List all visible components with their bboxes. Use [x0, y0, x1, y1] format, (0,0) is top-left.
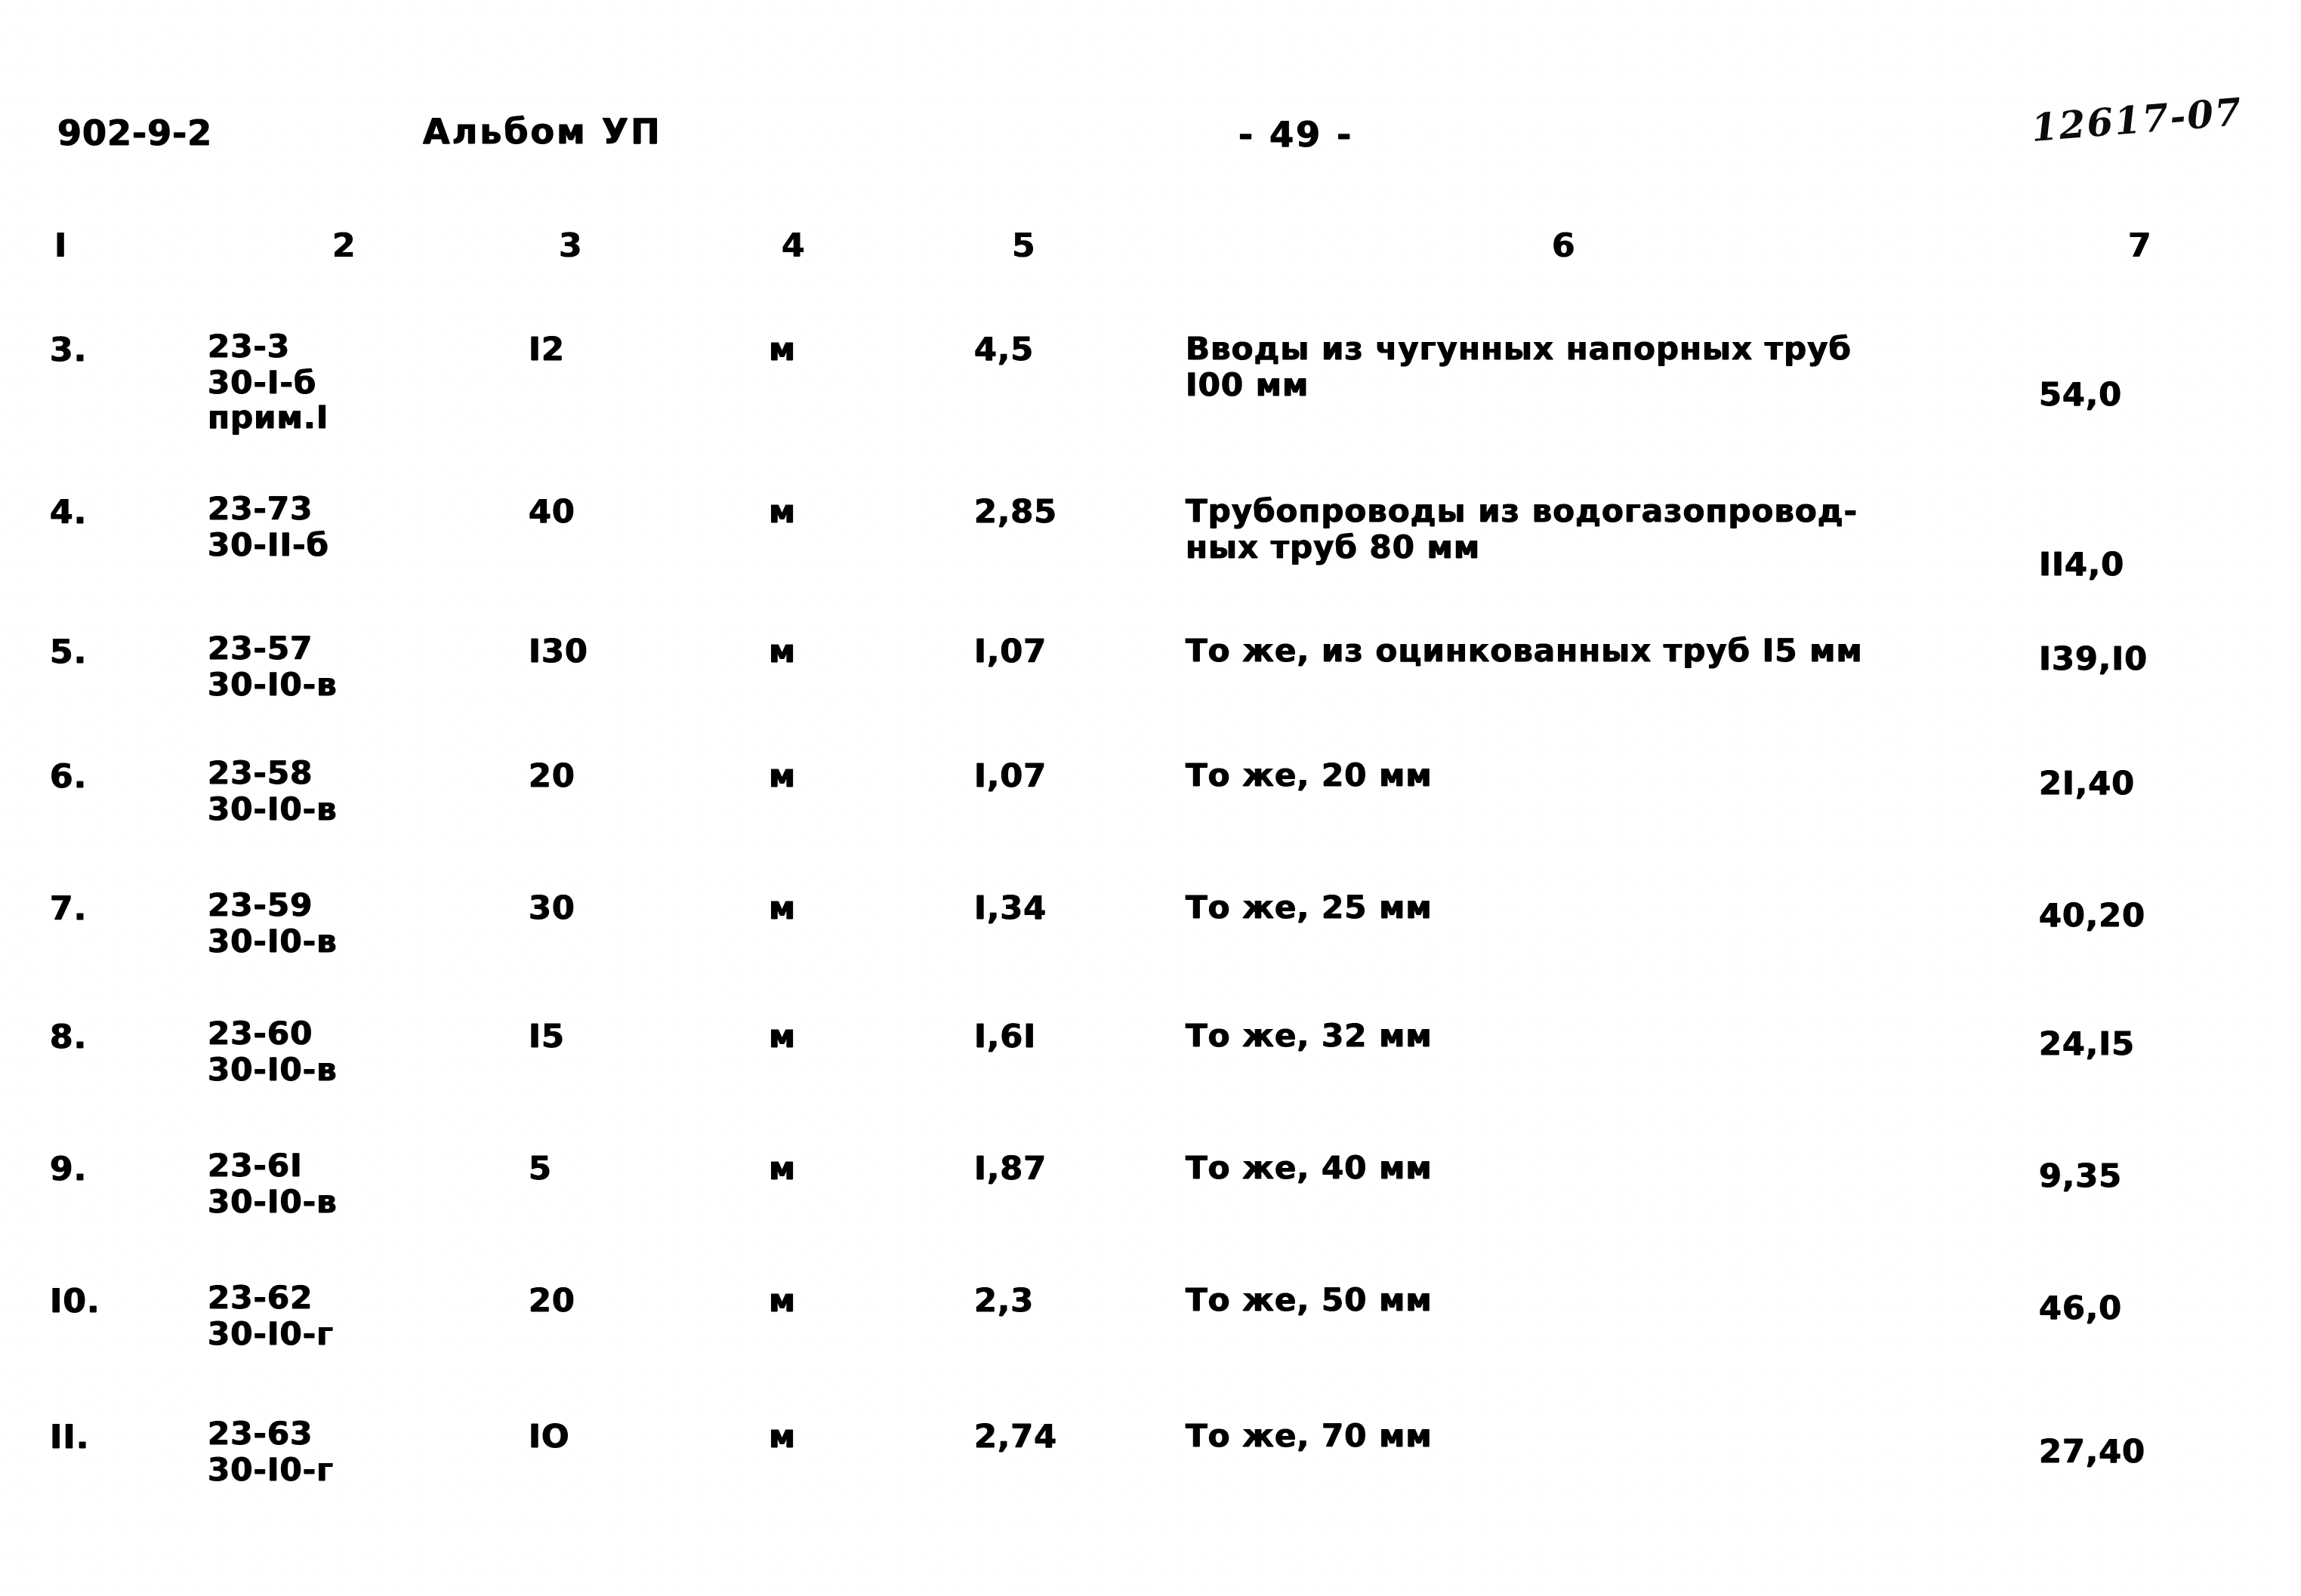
unit-value: м	[769, 493, 797, 531]
resource-code-line-2: 30-I0-в	[208, 790, 338, 827]
row-number: I0.	[50, 1282, 100, 1320]
description-line-1: То же, из оцинкованных труб I5 мм	[1186, 632, 1863, 669]
quantity-value: 30	[529, 889, 575, 927]
quantity-value: IO	[529, 1418, 570, 1456]
resource-code-line-2: 30-I0-в	[208, 1183, 338, 1220]
total-value: 40,20	[2039, 897, 2146, 935]
resource-code-line-1: 23-62	[208, 1279, 313, 1316]
resource-code-line-1: 23-59	[208, 886, 313, 923]
quantity-value: 20	[529, 1282, 575, 1320]
column-number-7: 7	[2128, 226, 2152, 265]
total-value: 24,I5	[2039, 1025, 2136, 1063]
row-number: 5.	[50, 633, 88, 671]
unit-value: м	[769, 889, 797, 927]
description-line-2: I00 мм	[1186, 366, 1309, 403]
quantity-value: I5	[529, 1018, 565, 1055]
rate-value: 4,5	[974, 331, 1035, 368]
resource-code-line-3: прим.I	[208, 399, 329, 436]
resource-code-line-1: 23-3	[208, 328, 291, 365]
page-number: - 49 -	[1238, 114, 1354, 155]
document-code: 902-9-2	[57, 112, 213, 153]
row-number: 7.	[50, 889, 88, 928]
total-value: I39,I0	[2039, 640, 2148, 678]
rate-value: 2,74	[974, 1418, 1058, 1456]
description-line-1: То же, 20 мм	[1186, 756, 1433, 793]
rate-value: 2,3	[974, 1282, 1035, 1320]
row-number: II.	[50, 1418, 90, 1456]
resource-code-line-2: 30-I0-в	[208, 666, 338, 703]
unit-value: м	[769, 1418, 797, 1456]
total-value: 9,35	[2039, 1157, 2123, 1195]
album-label: Альбом УП	[423, 111, 662, 152]
resource-code-line-1: 23-57	[208, 630, 313, 667]
resource-code-line-2: 30-I0-в	[208, 1051, 338, 1088]
description-line-1: То же, 70 мм	[1186, 1417, 1433, 1454]
resource-code-line-1: 23-73	[208, 490, 313, 527]
description-line-1: То же, 50 мм	[1186, 1281, 1433, 1318]
unit-value: м	[769, 633, 797, 670]
column-number-6: 6	[1552, 226, 1576, 265]
row-number: 4.	[50, 493, 88, 531]
quantity-value: I30	[529, 633, 588, 670]
unit-value: м	[769, 1018, 797, 1055]
column-number-5: 5	[1012, 226, 1036, 265]
resource-code-line-1: 23-63	[208, 1415, 313, 1452]
rate-value: I,07	[974, 757, 1047, 795]
unit-value: м	[769, 1282, 797, 1320]
description-line-2: ных труб 80 мм	[1186, 528, 1481, 565]
resource-code-line-2: 30-I0-г	[208, 1315, 335, 1352]
description-line-1: Вводы из чугунных напорных труб	[1186, 330, 1852, 367]
rate-value: I,34	[974, 889, 1047, 927]
rate-value: I,6I	[974, 1018, 1037, 1055]
column-number-3: 3	[559, 226, 583, 265]
column-number-1: I	[54, 226, 68, 265]
total-value: 54,0	[2039, 376, 2123, 414]
rate-value: I,07	[974, 633, 1047, 670]
unit-value: м	[769, 331, 797, 368]
resource-code-line-1: 23-6I	[208, 1147, 303, 1184]
quantity-value: 5	[529, 1150, 552, 1188]
description-line-1: То же, 40 мм	[1186, 1149, 1433, 1186]
row-number: 3.	[50, 331, 88, 369]
quantity-value: 40	[529, 493, 575, 531]
description-line-1: То же, 25 мм	[1186, 889, 1433, 926]
row-number: 8.	[50, 1018, 88, 1056]
resource-code-line-2: 30-I0-г	[208, 1451, 335, 1488]
unit-value: м	[769, 1150, 797, 1188]
resource-code-line-2: 30-II-б	[208, 526, 329, 563]
rate-value: 2,85	[974, 493, 1058, 531]
description-line-1: Трубопроводы из водогазопровод-	[1186, 492, 1858, 529]
total-value: 46,0	[2039, 1289, 2123, 1327]
row-number: 6.	[50, 757, 88, 796]
resource-code-line-1: 23-60	[208, 1015, 313, 1052]
resource-code-line-2: 30-I-б	[208, 364, 317, 401]
rate-value: I,87	[974, 1150, 1047, 1188]
column-number-2: 2	[332, 226, 356, 265]
column-number-4: 4	[782, 226, 806, 265]
description-line-1: То же, 32 мм	[1186, 1017, 1433, 1054]
total-value: 2I,40	[2039, 765, 2136, 803]
quantity-value: I2	[529, 331, 565, 368]
total-value: II4,0	[2039, 546, 2125, 584]
total-value: 27,40	[2039, 1433, 2146, 1471]
scanned-document-page: 902-9-2 Альбом УП - 49 - 12617-07 I 2 3 …	[0, 0, 2301, 1596]
row-number: 9.	[50, 1150, 88, 1188]
handwritten-archive-stamp: 12617-07	[2029, 89, 2244, 150]
unit-value: м	[769, 757, 797, 795]
quantity-value: 20	[529, 757, 575, 795]
resource-code-line-2: 30-I0-в	[208, 923, 338, 960]
resource-code-line-1: 23-58	[208, 754, 313, 791]
